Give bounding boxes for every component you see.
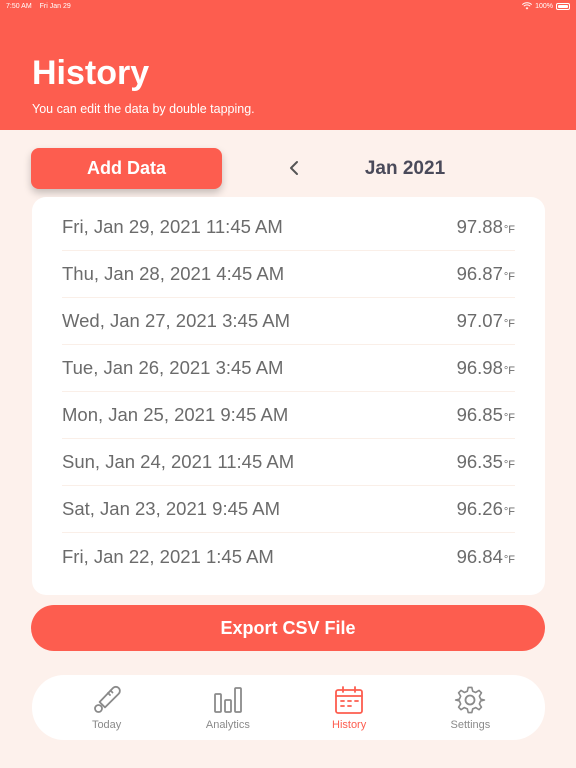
row-date: Thu, Jan 28, 2021 4:45 AM bbox=[62, 263, 285, 284]
row-unit: °F bbox=[503, 506, 515, 518]
row-unit: °F bbox=[503, 412, 515, 424]
month-label: Jan 2021 bbox=[364, 158, 446, 179]
history-row[interactable]: Fri, Jan 29, 2021 11:45 AM 97.88°F bbox=[62, 204, 515, 251]
tab-analytics[interactable]: Analytics bbox=[183, 684, 273, 731]
status-right: 100% bbox=[522, 2, 570, 10]
tab-label: Today bbox=[91, 719, 122, 731]
history-row[interactable]: Thu, Jan 28, 2021 4:45 AM 96.87°F bbox=[62, 251, 515, 298]
row-reading: 96.26°F bbox=[457, 498, 515, 520]
tab-settings[interactable]: Settings bbox=[425, 684, 515, 731]
row-reading: 96.35°F bbox=[457, 451, 515, 473]
row-value: 96.87 bbox=[456, 263, 503, 284]
row-reading: 97.07°F bbox=[457, 310, 515, 332]
row-unit: °F bbox=[503, 459, 515, 471]
previous-month-button[interactable] bbox=[284, 158, 304, 178]
row-reading: 96.85°F bbox=[457, 404, 515, 426]
row-value: 97.07 bbox=[456, 310, 503, 331]
history-list: Fri, Jan 29, 2021 11:45 AM 97.88°F Thu, … bbox=[32, 197, 545, 595]
tab-label: History bbox=[332, 719, 367, 731]
row-reading: 96.98°F bbox=[457, 357, 515, 379]
battery-icon bbox=[556, 2, 570, 10]
row-unit: °F bbox=[503, 318, 515, 330]
row-value: 96.35 bbox=[456, 451, 503, 472]
page-subtitle: You can edit the data by double tapping. bbox=[32, 102, 255, 116]
row-date: Fri, Jan 22, 2021 1:45 AM bbox=[62, 545, 274, 567]
row-value: 96.84 bbox=[456, 545, 503, 567]
bar-chart-icon bbox=[213, 687, 242, 713]
row-unit: °F bbox=[503, 553, 515, 566]
row-date: Tue, Jan 26, 2021 3:45 AM bbox=[62, 357, 284, 378]
wifi-icon bbox=[522, 2, 533, 10]
history-row[interactable]: Sat, Jan 23, 2021 9:45 AM 96.26°F bbox=[62, 486, 515, 533]
row-date: Fri, Jan 29, 2021 11:45 AM bbox=[62, 216, 283, 237]
add-data-button[interactable]: Add Data bbox=[31, 148, 222, 189]
row-unit: °F bbox=[503, 271, 515, 283]
battery-percent: 100% bbox=[535, 2, 553, 10]
row-reading: 97.88°F bbox=[457, 216, 515, 238]
tab-label: Analytics bbox=[205, 719, 250, 731]
row-reading: 96.87°F bbox=[457, 263, 515, 285]
export-csv-button[interactable]: Export CSV File bbox=[31, 605, 545, 651]
row-unit: °F bbox=[503, 365, 515, 377]
row-value: 97.88 bbox=[456, 216, 503, 237]
row-date: Sun, Jan 24, 2021 11:45 AM bbox=[62, 451, 295, 472]
row-unit: °F bbox=[503, 224, 515, 236]
history-row[interactable]: Sun, Jan 24, 2021 11:45 AM 96.35°F bbox=[62, 439, 515, 486]
gear-icon bbox=[455, 686, 486, 714]
row-reading: 96.84°F bbox=[457, 546, 515, 568]
row-date: Sat, Jan 23, 2021 9:45 AM bbox=[62, 498, 281, 519]
tab-today[interactable]: Today bbox=[62, 684, 152, 731]
tab-bar: Today Analytics History Settings bbox=[32, 675, 545, 740]
history-row[interactable]: Wed, Jan 27, 2021 3:45 AM 97.07°F bbox=[62, 298, 515, 345]
row-date: Wed, Jan 27, 2021 3:45 AM bbox=[62, 310, 290, 331]
row-date: Mon, Jan 25, 2021 9:45 AM bbox=[62, 404, 289, 425]
tab-history[interactable]: History bbox=[304, 684, 394, 731]
page-title: History bbox=[32, 54, 150, 92]
status-left: 7:50 AM Fri Jan 29 bbox=[6, 3, 77, 10]
status-time: 7:50 AM bbox=[6, 2, 32, 10]
history-row[interactable]: Fri, Jan 22, 2021 1:45 AM 96.84°F bbox=[62, 533, 515, 580]
thermometer-icon bbox=[93, 685, 121, 713]
row-value: 96.85 bbox=[456, 404, 503, 425]
row-value: 96.98 bbox=[456, 357, 503, 378]
calendar-icon bbox=[335, 686, 364, 714]
header: History You can edit the data by double … bbox=[0, 0, 576, 130]
row-value: 96.26 bbox=[456, 498, 503, 519]
status-bar: 7:50 AM Fri Jan 29 100% bbox=[0, 0, 576, 12]
status-date: Fri Jan 29 bbox=[39, 2, 71, 10]
history-row[interactable]: Tue, Jan 26, 2021 3:45 AM 96.98°F bbox=[62, 345, 515, 392]
tab-label: Settings bbox=[450, 719, 491, 731]
chevron-left-icon bbox=[290, 161, 298, 175]
history-row[interactable]: Mon, Jan 25, 2021 9:45 AM 96.85°F bbox=[62, 392, 515, 439]
